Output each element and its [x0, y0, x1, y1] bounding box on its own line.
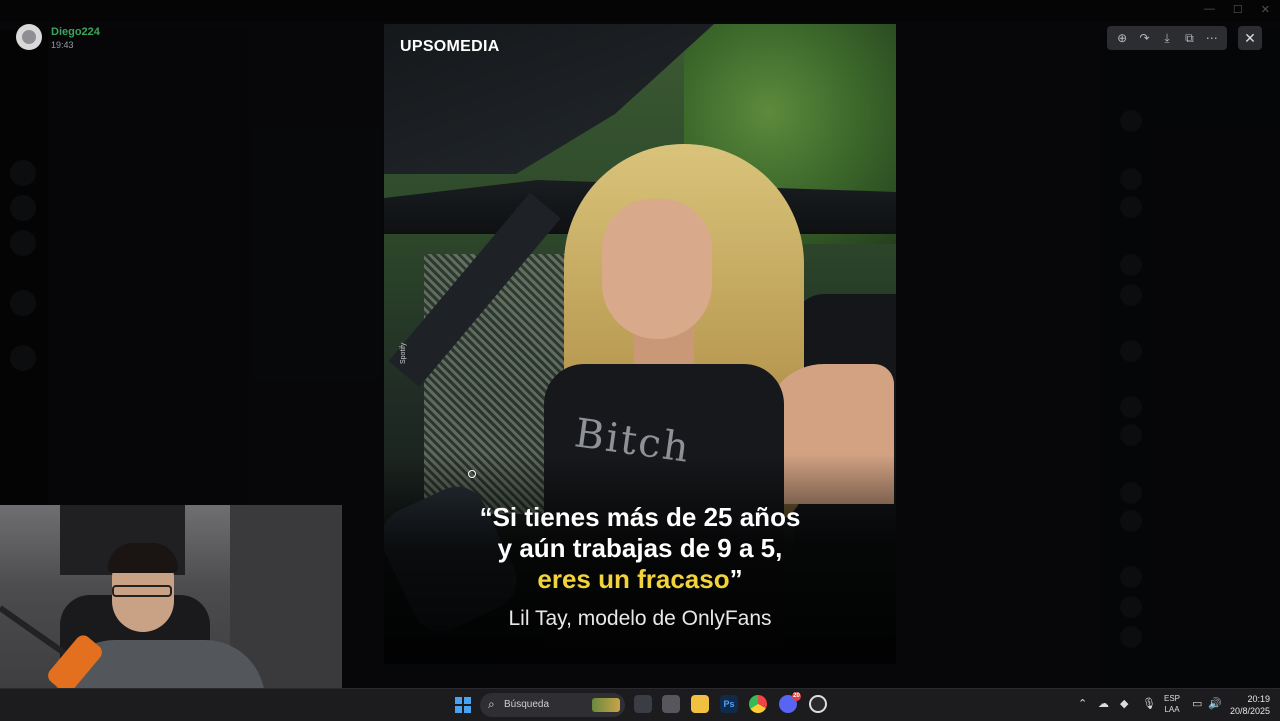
microphone-tray-icon[interactable]: 🎙 — [1142, 697, 1156, 710]
clock-time: 20:19 — [1247, 694, 1270, 704]
search-highlight-image — [592, 698, 620, 712]
app-tray-icon[interactable]: ◆ — [1120, 697, 1128, 710]
photo-credit: Spotify — [400, 342, 407, 364]
photo-face — [602, 199, 712, 339]
system-clock[interactable]: 20:19 20/8/2025 — [1228, 693, 1270, 717]
close-viewer-button[interactable]: ✕ — [1238, 26, 1262, 50]
quote-text: “Si tienes más de 25 años y aún trabajas… — [384, 502, 896, 595]
cloud-icon[interactable]: ☁ — [1098, 697, 1109, 710]
zoom-in-icon[interactable]: ⊕ — [1113, 29, 1131, 47]
media-image[interactable]: Bitch UPSOMEDIA Spotify “Si tienes más d… — [384, 24, 896, 664]
open-external-icon[interactable]: ⧉ — [1180, 29, 1198, 47]
more-options-icon[interactable]: ⋯ — [1203, 29, 1221, 47]
taskbar-search[interactable]: ⌕ Búsqueda — [480, 693, 625, 717]
uploader-name[interactable]: Diego224 — [51, 26, 100, 38]
quote-line-1: “Si tienes más de 25 años — [479, 502, 801, 532]
forward-icon[interactable]: ↷ — [1136, 29, 1154, 47]
task-view-icon[interactable] — [634, 695, 652, 713]
windows-start-icon[interactable] — [455, 697, 471, 713]
file-explorer-icon[interactable] — [691, 695, 709, 713]
search-placeholder: Búsqueda — [504, 699, 550, 710]
webcam-person-hair — [108, 543, 178, 573]
quote-line-3: eres un fracaso” — [384, 564, 896, 595]
language-indicator[interactable]: ESP LAA — [1164, 693, 1180, 715]
media-viewer-toolbar: ⊕ ↷ ⤓ ⧉ ⋯ — [1107, 26, 1227, 50]
keyboard-layout: LAA — [1164, 705, 1180, 714]
avatar[interactable] — [16, 24, 42, 50]
volume-icon[interactable]: 🔊 — [1208, 697, 1222, 710]
app-icon[interactable] — [662, 695, 680, 713]
brand-logo: UPSOMEDIA — [400, 38, 500, 55]
notification-badge: 20 — [792, 692, 801, 701]
quote-attribution: Lil Tay, modelo de OnlyFans — [508, 607, 772, 630]
clock-date: 20/8/2025 — [1229, 706, 1270, 716]
cursor-icon — [468, 470, 476, 478]
discord-icon[interactable]: 20 — [779, 692, 801, 713]
chrome-icon[interactable] — [749, 695, 767, 713]
monitor-icon[interactable]: ▭ — [1192, 697, 1202, 710]
chevron-up-icon[interactable]: ⌃ — [1078, 697, 1087, 710]
download-icon[interactable]: ⤓ — [1158, 29, 1176, 47]
quote-highlight: eres un fracaso — [537, 564, 730, 594]
quote-line-2: y aún trabajas de 9 a 5, — [497, 533, 783, 563]
webcam-glasses — [112, 585, 172, 597]
language-code: ESP — [1164, 694, 1181, 703]
obs-icon[interactable] — [809, 695, 827, 713]
search-icon: ⌕ — [488, 697, 495, 711]
upload-time: 19:43 — [51, 40, 74, 50]
photoshop-icon[interactable]: Ps — [720, 695, 738, 713]
quote-close: ” — [729, 564, 743, 594]
taskbar: ⌕ Búsqueda Ps 20 ⌃ ☁ ◆ 🎙 ESP LAA ▭ 🔊 20:… — [0, 688, 1280, 721]
